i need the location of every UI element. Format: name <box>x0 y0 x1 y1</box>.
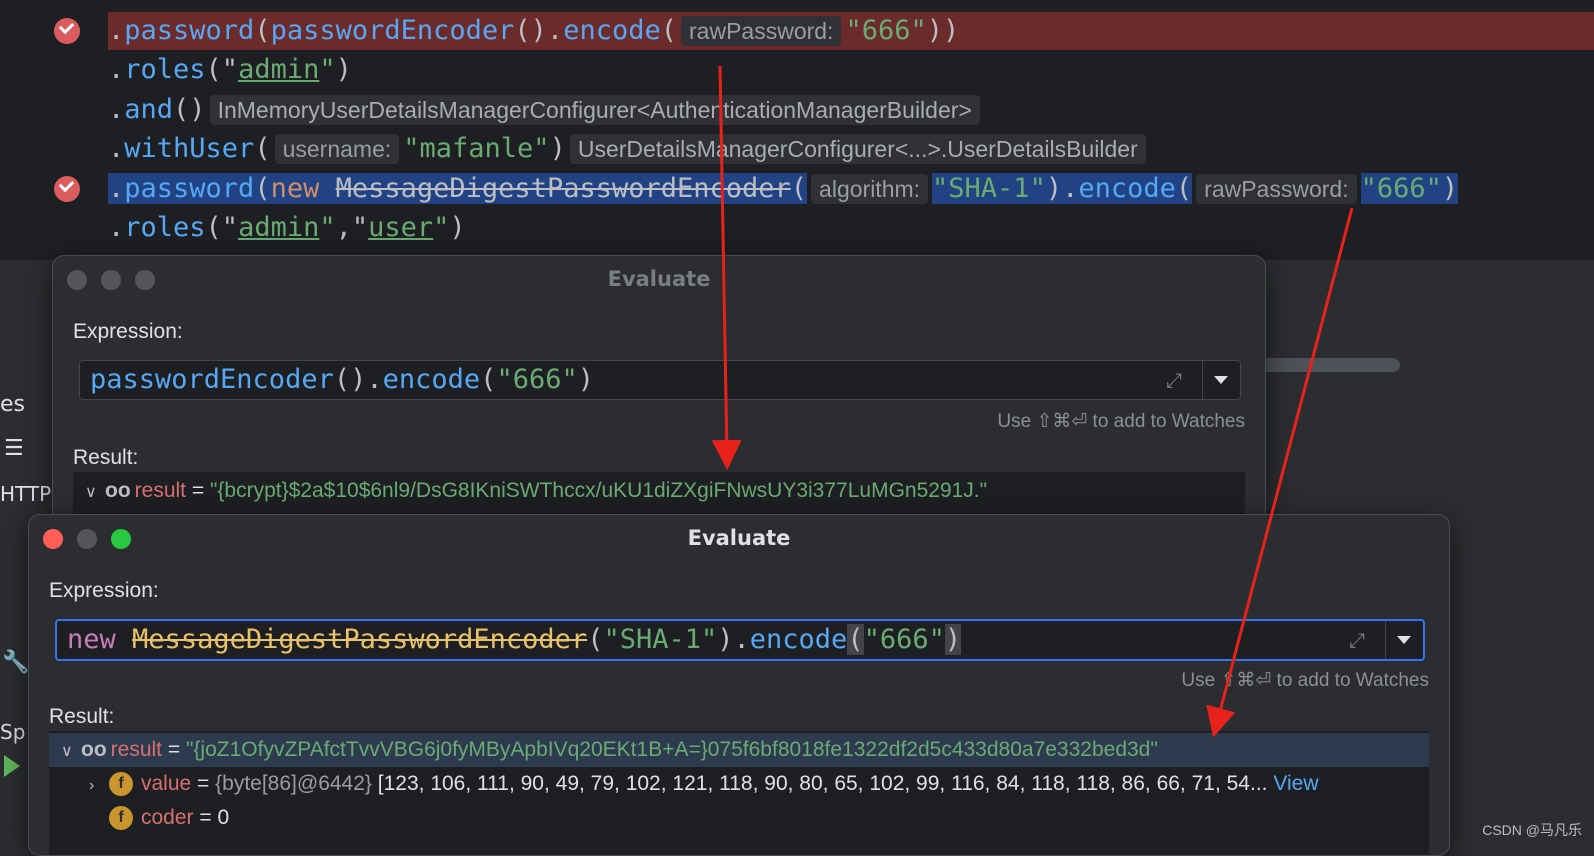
watch-glasses-icon: oo <box>81 738 107 761</box>
field-name: coder <box>141 806 194 829</box>
history-dropdown-button[interactable] <box>1385 621 1422 659</box>
string-literal: "SHA-1" <box>932 173 1046 204</box>
string-literal: "666" <box>1360 173 1442 204</box>
filter-icon[interactable]: ☰ <box>4 436 24 461</box>
expression-label: Expression: <box>49 579 159 602</box>
result-value: "{joZ1OfyvZPAfctTvvVBG6j0fyMByApbIVq20EK… <box>185 738 1158 761</box>
parameter-hint: algorithm: <box>811 174 929 204</box>
dialog-title: Evaluate <box>687 526 791 550</box>
parameter-hint: rawPassword: <box>681 16 842 46</box>
evaluate-dialog-front[interactable]: Evaluate Expression: new MessageDigestPa… <box>28 514 1450 856</box>
view-link[interactable]: View <box>1273 772 1318 795</box>
code-line-4[interactable]: .withUser(username: "mafanle") UserDetails… <box>108 130 1150 168</box>
code-line-2[interactable]: .roles("admin") <box>108 51 352 89</box>
result-label: Result: <box>73 446 139 469</box>
code-line-5[interactable]: .password(new MessageDigestPasswordEncod… <box>108 170 1594 208</box>
string-literal: admin <box>238 54 320 85</box>
history-dropdown-button[interactable] <box>1202 361 1239 399</box>
result-name: result <box>110 738 163 761</box>
result-row[interactable]: ∨ oo result = "{bcrypt}$2a$10$6nl9/DsG8IKn… <box>85 474 987 508</box>
result-row[interactable]: ∨ oo result = "{joZ1OfyvZPAfctTvvVBG6j0fyM… <box>49 733 1429 767</box>
method-name: roles <box>124 54 206 85</box>
string-literal: admin <box>238 212 320 243</box>
chevron-right-icon[interactable]: › <box>89 769 109 803</box>
code-editor[interactable]: .password(passwordEncoder().encode(rawPa… <box>0 0 1594 260</box>
side-panel-label: HTTP <box>0 482 52 506</box>
watch-hint: Use ⇧⌘⏎ to add to Watches <box>1181 670 1429 691</box>
expression-text: new MessageDigestPasswordEncoder("SHA-1"… <box>67 624 962 655</box>
code-line-6[interactable]: .roles("admin","user") <box>108 209 466 247</box>
breakpoint-icon[interactable] <box>54 176 80 202</box>
parameter-hint: username: <box>274 134 400 164</box>
class-name: MessageDigestPasswordEncoder <box>335 173 791 204</box>
field-value: 0 <box>217 806 230 829</box>
expand-icon[interactable]: ⤢ <box>1345 628 1369 652</box>
expression-text: passwordEncoder().encode("666") <box>90 364 594 395</box>
result-label: Result: <box>49 705 115 728</box>
type-hint: InMemoryUserDetailsManagerConfigurer<Aut… <box>209 95 980 125</box>
string-literal: "666" <box>845 15 927 46</box>
evaluate-dialog-back[interactable]: Evaluate Expression: passwordEncoder().e… <box>52 255 1266 557</box>
result-value: "{bcrypt}$2a$10$6nl9/DsG8IKniSWThccx/uKU… <box>209 479 988 502</box>
watermark: CSDN @马凡乐 <box>1482 822 1582 838</box>
keyword: new <box>270 173 320 204</box>
watch-glasses-icon: oo <box>105 479 131 502</box>
expand-icon[interactable]: ⤢ <box>1162 368 1186 392</box>
result-tree[interactable]: ∨ oo result = "{joZ1OfyvZPAfctTvvVBG6j0fyM… <box>49 731 1429 855</box>
result-name: result <box>134 479 187 502</box>
expression-input[interactable]: new MessageDigestPasswordEncoder("SHA-1"… <box>55 619 1425 661</box>
breakpoint-icon[interactable] <box>54 18 80 44</box>
method-name: password <box>124 15 255 46</box>
expression-input[interactable]: passwordEncoder().encode("666") ⤢ <box>79 360 1241 400</box>
type-hint: UserDetailsManagerConfigurer<...>.UserDe… <box>569 134 1146 164</box>
field-icon: f <box>109 806 133 831</box>
tree-row-coder[interactable]: f coder = 0 <box>109 801 229 835</box>
field-icon: f <box>109 772 133 797</box>
string-literal: user <box>368 212 434 243</box>
side-panel-label: Sp <box>0 720 26 744</box>
method-name: encode <box>563 15 661 46</box>
side-panel-label: es <box>0 392 25 417</box>
method-name: and <box>124 94 174 125</box>
horizontal-scrollbar[interactable] <box>1260 358 1400 372</box>
field-type: {byte[86]@6442} <box>215 772 372 795</box>
field-preview: [123, 106, 111, 90, 49, 79, 102, 121, 11… <box>377 772 1268 795</box>
dialog-title: Evaluate <box>607 267 711 291</box>
method-name: encode <box>1078 173 1176 204</box>
string-literal: "mafanle" <box>403 133 550 164</box>
code-line-3[interactable]: .and() InMemoryUserDetailsManagerConfigur… <box>108 91 984 129</box>
method-name: password <box>124 173 255 204</box>
tree-row-value[interactable]: › f value = {byte[86]@6442} [123, 106, 111… <box>89 767 1318 801</box>
resume-icon[interactable] <box>4 755 20 777</box>
code-punct: )) <box>926 15 960 46</box>
chevron-down-icon[interactable]: ∨ <box>85 476 105 510</box>
method-name: withUser <box>124 133 255 164</box>
expression-label: Expression: <box>73 320 183 343</box>
chevron-down-icon[interactable]: ∨ <box>61 735 81 769</box>
parameter-hint: rawPassword: <box>1196 174 1357 204</box>
wrench-icon[interactable]: 🔧 <box>2 650 29 675</box>
method-name: roles <box>124 212 206 243</box>
field-name: value <box>141 772 192 795</box>
watch-hint: Use ⇧⌘⏎ to add to Watches <box>997 411 1245 432</box>
editor-gutter[interactable] <box>0 0 100 260</box>
code-line-1[interactable]: .password(passwordEncoder().encode(rawPa… <box>108 12 1594 50</box>
method-name: passwordEncoder <box>270 15 515 46</box>
